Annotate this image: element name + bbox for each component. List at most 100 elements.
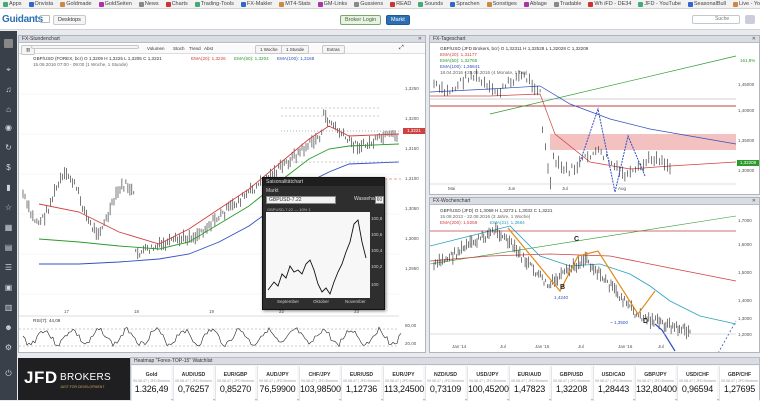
broker-login-button[interactable]: Broker Login [340,15,382,25]
bookmark-item[interactable]: READ [390,1,411,7]
bookmark-item[interactable]: MT4-Stats [279,1,311,7]
users-icon[interactable]: ☻ [4,323,13,332]
indicator-menu[interactable]: Volumen [147,46,165,51]
hourly-ytick: 1,3050 [405,206,419,211]
calendar-icon[interactable]: ▥ [4,303,13,312]
watchlist-tile[interactable]: EUR/GBP 09.08.47 | JFD Brokers 0,85270 [215,366,255,401]
chart-icon[interactable]: ▮ [4,183,13,192]
bookmark-item[interactable]: Tradable [553,1,581,7]
interval-select[interactable]: 1 Stunde [281,45,310,54]
favicon-icon [354,1,360,7]
abst-menu[interactable]: Abst [204,46,213,51]
bookmark-item[interactable]: Live - YouTube [733,1,760,7]
rsi-chart[interactable] [19,324,425,352]
watchlist-tile[interactable]: EUR/AUD 09.08.47 | JFD Brokers 1,47823 [509,366,549,401]
daily-fib-label: 161,8% [740,58,756,63]
bookmark-item[interactable]: Goldmade [60,1,92,7]
fullscreen-icon[interactable]: ⤢ [399,45,404,52]
popup-symbol-input[interactable]: GBPUSD-7.22 [266,196,336,204]
tile-symbol: AUD/JPY [266,372,289,378]
table-icon[interactable]: ▦ [4,223,13,232]
close-icon[interactable]: ✕ [418,36,422,43]
seasonality-chart[interactable] [266,212,370,298]
search-input[interactable]: Suche [692,15,740,24]
bookmark-item[interactable]: FX-Makler [240,1,272,7]
grid-icon[interactable] [40,15,50,23]
period-select[interactable]: 1 Woche [255,45,283,54]
news-icon[interactable]: ▣ [4,283,13,292]
favicon-icon [733,1,738,7]
seasonality-popup[interactable]: Saisonalitätchart Markt GBPUSD-7.22 Wass… [262,177,385,310]
bookmark-item[interactable]: Gussiens [354,1,383,7]
symbol-field[interactable] [31,45,139,49]
watchlist-tile[interactable]: USD/CAD 09.08.47 | JFD Brokers 1,28443 [593,366,633,401]
popup-ytick: 100,8 [371,216,383,221]
bookmark-item[interactable]: JFD - YouTube [638,1,681,7]
bookmark-item[interactable]: Sounds [418,1,443,7]
trend-menu[interactable]: Trend [189,46,201,51]
watchlist-tile[interactable]: EUR/USD 09.08.47 | JFD Brokers 1,12736 [341,366,381,401]
watchlist-tile[interactable]: CHF/JPY 09.08.47 | JFD Brokers 103,98500 [299,366,341,401]
bookmark-item[interactable]: GoldSeiten [98,1,132,7]
watchlist-tile[interactable]: USD/CHF 09.08.47 | JFD Brokers 0,96594 [677,366,717,401]
watchlist-tile[interactable]: EUR/JPY 09.08.47 | JFD Brokers 113,24500 [383,366,424,401]
pin-icon[interactable]: ⌖ [4,65,13,74]
watchlist-tile[interactable]: Gold 09.08.47 | JFD Brokers 1.326,49 [131,366,171,401]
home-icon[interactable]: ⌂ [4,105,13,114]
popup-xtick: Oktober [313,299,330,304]
favicon-icon [687,1,693,7]
bookmark-item[interactable]: GM-Links [317,1,347,7]
bookmark-item[interactable]: SeasonalBull [687,1,726,7]
watchlist-tile[interactable]: AUD/USD 09.08.47 | JFD Brokers 0,76257 [173,366,213,401]
tile-price: 132,80400 [636,384,677,394]
tile-source: 09.08.47 | JFD Brokers [511,379,548,383]
bookmark-item[interactable]: Sonstiges [486,1,517,7]
close-icon[interactable]: ✕ [752,198,756,205]
bookmark-item[interactable]: Onvista [28,1,53,7]
refresh-icon[interactable]: ↻ [4,143,13,152]
weekly-price-chart[interactable] [430,206,759,352]
tile-symbol: NZD/USD [433,372,458,378]
bell-icon[interactable]: ♫ [4,85,13,94]
tile-source: 09.08.47 | JFD Brokers [427,379,464,383]
popup-tab[interactable]: Markt [266,188,279,194]
list-icon[interactable]: ☰ [4,263,13,272]
desktops-button[interactable]: Desktops [53,15,86,25]
watchlist-tile[interactable]: AUD/JPY 09.08.47 | JFD Brokers 76,59900 [257,366,297,401]
bookmark-item[interactable]: Ablage [523,1,547,7]
settings-icon[interactable]: ⚙ [4,343,13,352]
bookmark-item[interactable]: Charts [165,1,188,7]
star-icon[interactable]: ☆ [4,203,13,212]
dollar-icon[interactable]: $ [4,163,13,172]
jfd-logo-sub: BROKERS [60,372,112,383]
popup-years-input[interactable]: 60 [375,196,384,204]
watchlist-tile[interactable]: GBP/JPY 09.08.47 | JFD Brokers 132,80400 [635,366,677,401]
bookmark-item[interactable]: Sprachen [450,1,480,7]
daily-price-chart[interactable] [430,44,759,194]
tile-symbol: GBP/CHF [727,372,752,378]
rsi-legend: RSI(7): 44,09 [33,318,61,323]
watchlist-tile[interactable]: GBP/CHF 09.08.47 | JFD Brokers 1,27695 [719,366,759,401]
favicon-icon [3,1,8,7]
bookmark-item[interactable]: Wh iFD - DE34 [588,1,631,7]
eye-icon[interactable]: ◉ [4,123,13,132]
watchlist-tile[interactable]: GBP/USD 09.08.47 | JFD Brokers 1,32208 [551,366,591,401]
doc-icon[interactable]: ▤ [4,243,13,252]
extras-menu[interactable]: Extras [322,45,345,54]
close-icon[interactable]: ✕ [752,36,756,43]
stoch-menu[interactable]: Stoch [173,46,185,51]
bookmark-item[interactable]: News [138,1,159,7]
profile-avatar[interactable] [4,39,13,48]
watchlist-tile[interactable]: USD/JPY 09.08.47 | JFD Brokers 100,45200 [467,366,509,401]
user-avatar[interactable] [745,15,755,24]
bookmark-item[interactable]: Trading-Tools [194,1,234,7]
bookmarks-bar: Apps Onvista Goldmade GoldSeiten News Charts T… [0,0,760,9]
watchlist-tile[interactable]: NZD/USD 09.08.47 | JFD Brokers 0,73109 [425,366,465,401]
bookmark-item[interactable]: Apps [3,1,22,7]
favicon-icon [98,1,104,7]
weekly-xtick: Jan '15 [535,344,550,349]
power-icon[interactable]: ⏻ [4,369,13,378]
markt-button[interactable]: Markt [386,15,410,25]
tile-symbol: GBP/JPY [644,372,667,378]
tile-price: 103,98500 [300,384,341,394]
